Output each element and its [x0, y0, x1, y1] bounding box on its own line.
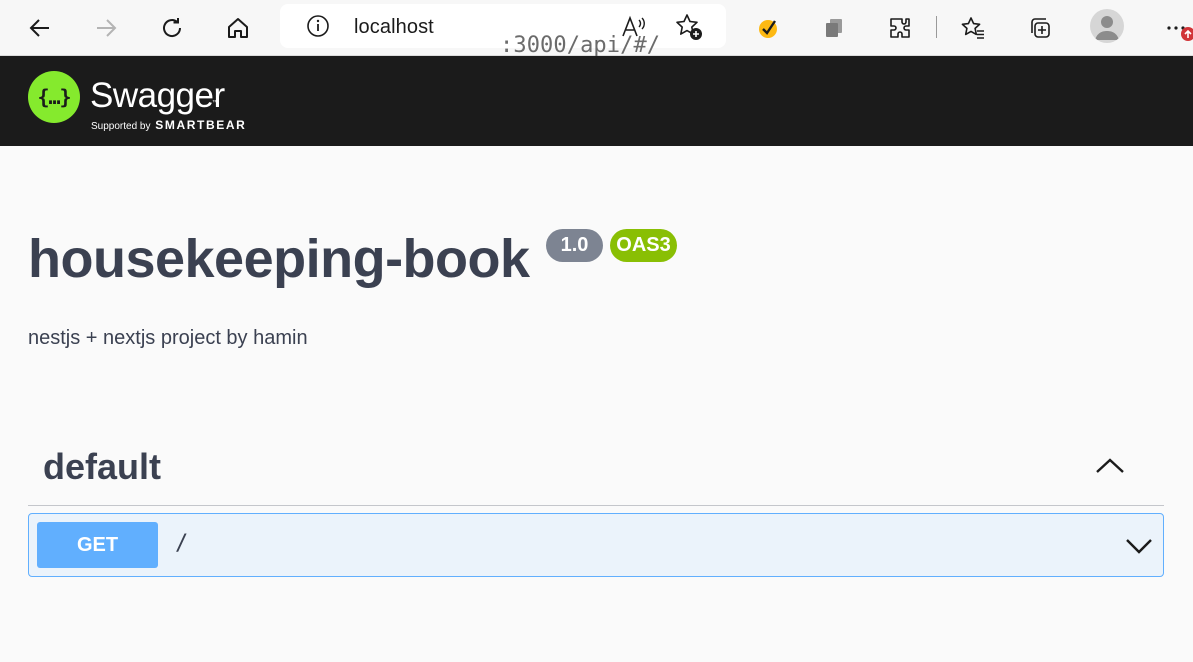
- operation-path[interactable]: /: [175, 531, 188, 556]
- url-text[interactable]: localhost:3000/api/#/: [354, 16, 660, 58]
- chevron-up-icon[interactable]: [1092, 450, 1128, 480]
- copy-extension-button[interactable]: [814, 8, 854, 48]
- swagger-topbar: {…} Swagger ™ Supported by SMARTBEAR: [0, 56, 1193, 146]
- smartbear-text: SMARTBEAR: [155, 118, 247, 132]
- chevron-down-icon[interactable]: [1123, 531, 1155, 561]
- toolbar-divider: [936, 16, 937, 38]
- supported-by-text: Supported by: [91, 121, 151, 132]
- url-host: localhost: [354, 16, 434, 38]
- address-bar[interactable]: localhost:3000/api/#/: [280, 4, 726, 58]
- brand-subtitle: Supported by SMARTBEAR: [91, 118, 246, 132]
- tag-section-header[interactable]: default: [28, 430, 1164, 506]
- api-description: nestjs + nextjs project by hamin: [28, 327, 308, 349]
- extensions-button[interactable]: [880, 8, 920, 48]
- swagger-logo-icon[interactable]: {…}: [28, 71, 80, 123]
- operation-get-root[interactable]: GET /: [28, 513, 1164, 577]
- extensions-icon: [890, 18, 910, 38]
- favorites-icon: [961, 17, 984, 39]
- browser-toolbar: localhost:3000/api/#/: [0, 0, 1193, 58]
- collections-icon: [1031, 18, 1050, 38]
- update-badge: [1181, 27, 1193, 41]
- method-badge[interactable]: GET: [37, 522, 158, 568]
- forward-button[interactable]: [86, 8, 126, 48]
- norton-check-icon: [759, 20, 777, 38]
- favorites-button[interactable]: [953, 8, 993, 48]
- tag-name[interactable]: default: [43, 446, 161, 488]
- refresh-button[interactable]: [152, 8, 192, 48]
- back-icon: [29, 19, 49, 37]
- logo-glyph: {…}: [37, 85, 71, 109]
- version-badge: 1.0: [546, 229, 603, 262]
- norton-extension-button[interactable]: [748, 8, 788, 48]
- home-button[interactable]: [218, 8, 258, 48]
- back-button[interactable]: [20, 8, 60, 48]
- profile-avatar[interactable]: [1090, 9, 1124, 43]
- brand-name[interactable]: Swagger: [90, 76, 225, 116]
- page-title: housekeeping-book: [28, 229, 530, 289]
- oas-badge: OAS3: [610, 229, 677, 262]
- forward-icon: [97, 19, 117, 37]
- add-favorite-icon[interactable]: [674, 12, 704, 42]
- brand-trademark: ™: [212, 100, 218, 106]
- extension-copy-icon: [826, 19, 842, 37]
- profile-icon: [1095, 16, 1119, 40]
- info-icon[interactable]: [306, 14, 330, 38]
- home-icon: [228, 18, 248, 38]
- read-aloud-icon[interactable]: [620, 13, 648, 41]
- refresh-icon: [163, 18, 182, 37]
- collections-button[interactable]: [1020, 8, 1060, 48]
